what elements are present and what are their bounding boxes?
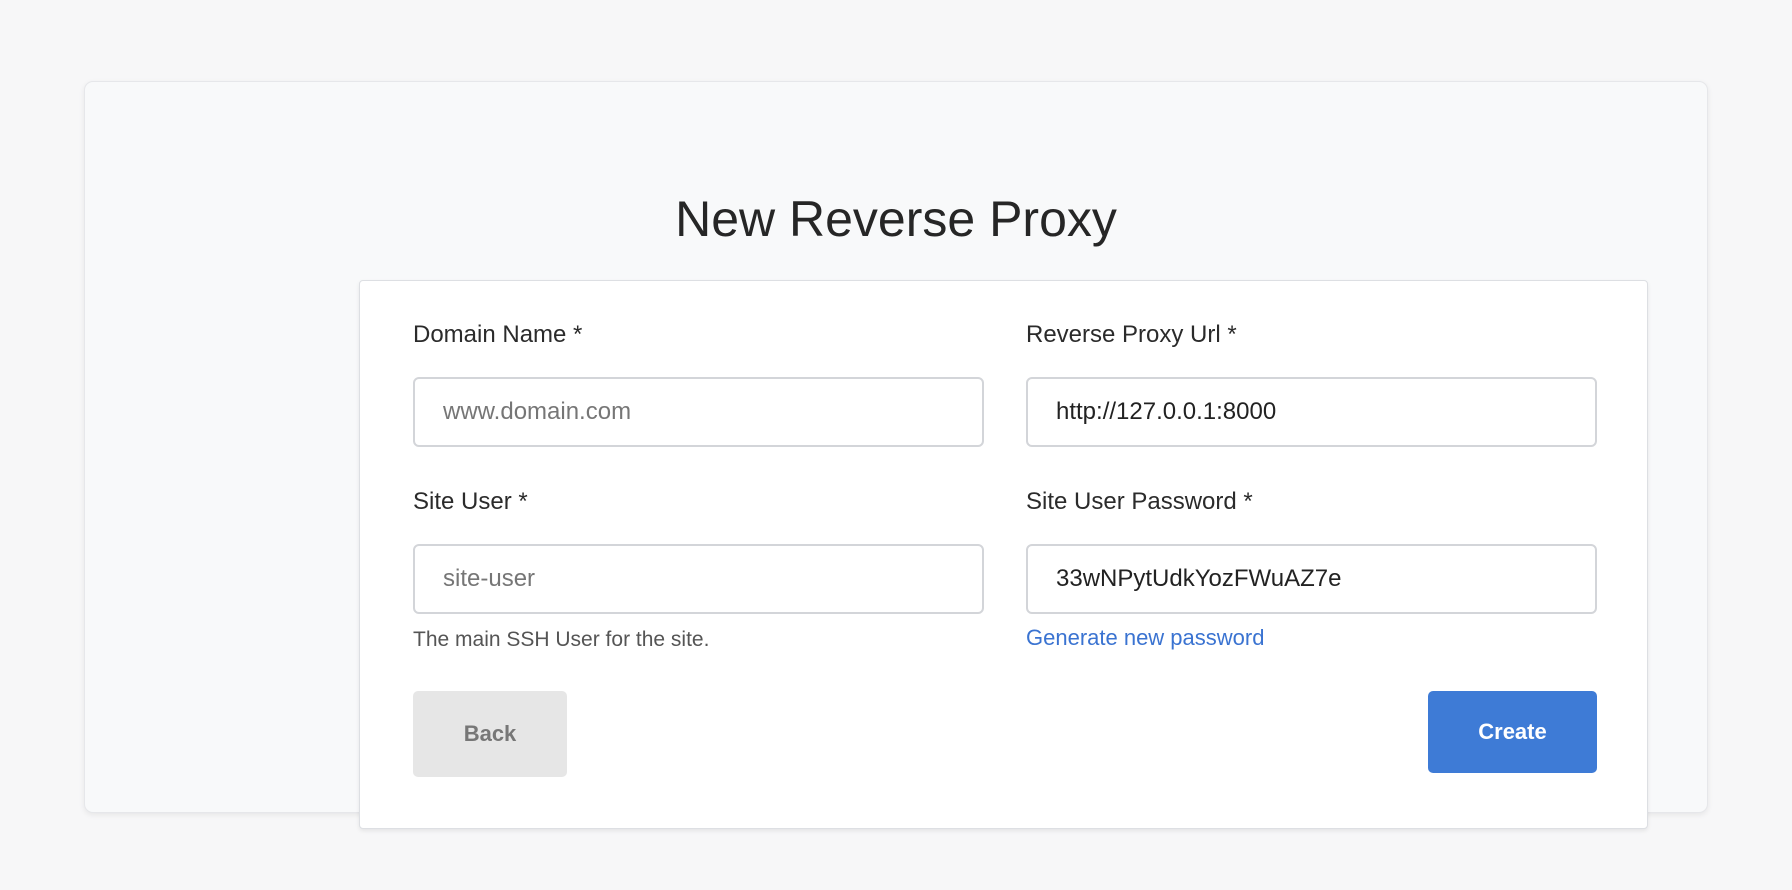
- site-user-help-text: The main SSH User for the site.: [413, 628, 710, 651]
- back-button[interactable]: Back: [413, 691, 567, 777]
- page-title: New Reverse Proxy: [675, 191, 1117, 247]
- site-user-password-label: Site User Password *: [1026, 488, 1253, 515]
- generate-password-link[interactable]: Generate new password: [1026, 624, 1264, 652]
- reverse-proxy-form: Domain Name * Reverse Proxy Url * Site U…: [359, 280, 1648, 829]
- create-button[interactable]: Create: [1428, 691, 1597, 773]
- domain-name-label: Domain Name *: [413, 321, 583, 348]
- page-container: New Reverse Proxy Domain Name * Reverse …: [84, 81, 1708, 829]
- site-user-label: Site User *: [413, 488, 528, 515]
- site-user-input[interactable]: [413, 544, 984, 614]
- reverse-proxy-url-label: Reverse Proxy Url *: [1026, 321, 1237, 348]
- domain-name-input[interactable]: [413, 377, 984, 447]
- site-user-password-input[interactable]: [1026, 544, 1597, 614]
- reverse-proxy-url-input[interactable]: [1026, 377, 1597, 447]
